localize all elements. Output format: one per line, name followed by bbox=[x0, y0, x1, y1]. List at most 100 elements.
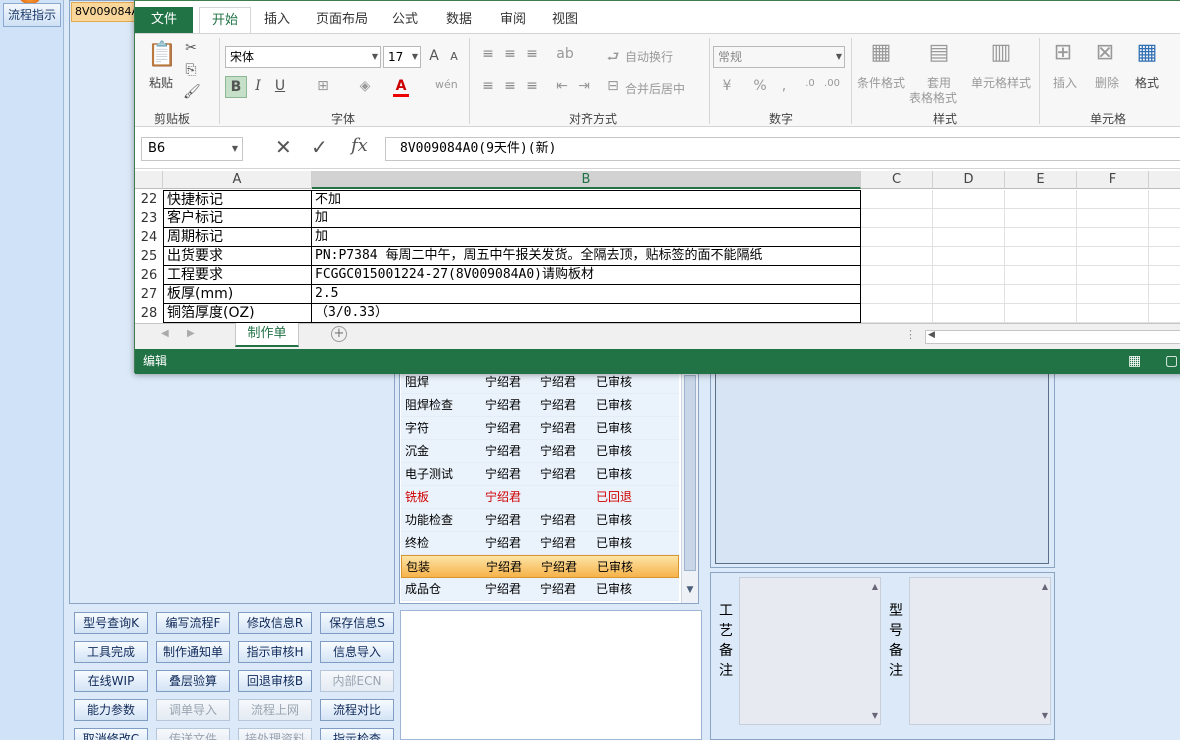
column-header-d[interactable]: D bbox=[933, 171, 1005, 189]
process-note-box[interactable]: ▲ ▼ bbox=[739, 577, 881, 725]
tab-insert[interactable]: 插入 bbox=[257, 7, 297, 33]
grow-font-icon[interactable]: A bbox=[427, 48, 441, 64]
select-all-corner[interactable] bbox=[135, 171, 163, 189]
empty-cell[interactable] bbox=[933, 190, 1005, 209]
cell-b[interactable]: PN:P7384 每周二中午，周五中午报关发货。全隔去顶，贴标签的面不能隔纸 bbox=[312, 247, 861, 266]
process-list-scrollbar[interactable]: ▼ bbox=[681, 371, 698, 603]
empty-cell[interactable] bbox=[861, 209, 933, 228]
merge-center-icon[interactable]: ⊟ bbox=[605, 78, 621, 94]
empty-cell[interactable] bbox=[1077, 285, 1149, 304]
empty-cell[interactable] bbox=[1005, 228, 1077, 247]
bold-button[interactable]: B bbox=[225, 76, 247, 98]
action-button[interactable]: 叠层验算 bbox=[156, 670, 230, 692]
empty-cell[interactable] bbox=[861, 304, 933, 323]
process-row[interactable]: 电子测试 宁绍君 宁绍君 已审核 bbox=[401, 463, 679, 486]
normal-view-icon[interactable]: ▦ bbox=[1128, 349, 1141, 374]
split-handle-icon[interactable]: ⋮ bbox=[905, 328, 916, 341]
paste-icon[interactable]: 📋 bbox=[147, 40, 177, 70]
cell-styles-icon[interactable]: ▥ bbox=[987, 40, 1015, 68]
insert-cells-icon[interactable]: ⊞ bbox=[1049, 40, 1077, 68]
empty-cell[interactable] bbox=[1149, 285, 1180, 304]
empty-cell[interactable] bbox=[1149, 304, 1180, 323]
scroll-right-icon[interactable]: ▶ bbox=[187, 328, 195, 339]
tab-formulas[interactable]: 公式 bbox=[385, 7, 425, 33]
tab-data[interactable]: 数据 bbox=[439, 7, 479, 33]
enter-icon[interactable]: ✓ bbox=[311, 135, 328, 159]
copy-icon[interactable]: ⎘ bbox=[183, 62, 199, 78]
empty-cell[interactable] bbox=[933, 304, 1005, 323]
process-row[interactable]: 沉金 宁绍君 宁绍君 已审核 bbox=[401, 440, 679, 463]
cell-b[interactable]: 加 bbox=[312, 209, 861, 228]
column-header-f[interactable]: F bbox=[1077, 171, 1149, 189]
cell-a[interactable]: 快捷标记 bbox=[163, 190, 312, 209]
empty-cell[interactable] bbox=[1005, 285, 1077, 304]
action-button[interactable]: 流程上网 bbox=[238, 699, 312, 721]
align-middle-icon[interactable]: ≡ bbox=[501, 46, 519, 62]
add-sheet-icon[interactable]: + bbox=[331, 326, 347, 342]
action-button[interactable]: 指示检查 bbox=[320, 728, 394, 740]
action-button[interactable]: 工具完成 bbox=[74, 641, 148, 663]
empty-cell[interactable] bbox=[1077, 266, 1149, 285]
empty-cell[interactable] bbox=[1077, 190, 1149, 209]
tab-page-layout[interactable]: 页面布局 bbox=[311, 7, 373, 33]
column-header-b[interactable]: B bbox=[312, 171, 861, 189]
action-button[interactable]: 保存信息S bbox=[320, 612, 394, 634]
cell-b[interactable]: 不加 bbox=[312, 190, 861, 209]
decrease-decimal-icon[interactable]: .00 bbox=[823, 78, 841, 89]
row-header[interactable]: 23 bbox=[135, 209, 163, 228]
action-button[interactable]: 传送文件 bbox=[156, 728, 230, 740]
decrease-indent-icon[interactable]: ⇤ bbox=[553, 78, 571, 94]
formula-input[interactable]: 8V009084A0(9天件)(新) bbox=[385, 137, 1180, 161]
empty-cell[interactable] bbox=[933, 228, 1005, 247]
action-button[interactable]: 接处理资料 bbox=[238, 728, 312, 740]
percent-button[interactable]: % bbox=[753, 78, 767, 94]
tab-file[interactable]: 文件 bbox=[135, 7, 193, 33]
paste-button[interactable]: 粘贴 bbox=[149, 74, 173, 91]
empty-cell[interactable] bbox=[1005, 266, 1077, 285]
format-as-table-line2[interactable]: 表格格式 bbox=[909, 89, 957, 106]
action-button[interactable]: 信息导入 bbox=[320, 641, 394, 663]
action-button[interactable]: 取消修改C bbox=[74, 728, 148, 740]
align-left-icon[interactable]: ≡ bbox=[479, 78, 497, 94]
action-button[interactable]: 在线WIP bbox=[74, 670, 148, 692]
name-box[interactable]: B6 ▼ bbox=[141, 137, 243, 161]
format-painter-icon[interactable]: 🖌 bbox=[183, 84, 201, 100]
empty-cell[interactable] bbox=[1005, 247, 1077, 266]
empty-cell[interactable] bbox=[933, 266, 1005, 285]
orientation-icon[interactable]: ab bbox=[553, 46, 577, 62]
empty-cell[interactable] bbox=[1149, 266, 1180, 285]
empty-cell[interactable] bbox=[861, 190, 933, 209]
align-right-icon[interactable]: ≡ bbox=[523, 78, 541, 94]
empty-cell[interactable] bbox=[933, 285, 1005, 304]
scroll-up-icon[interactable]: ▲ bbox=[1042, 582, 1048, 591]
scroll-left-icon[interactable]: ◀ bbox=[928, 330, 935, 340]
process-row[interactable]: 终检 宁绍君 宁绍君 已审核 bbox=[401, 532, 679, 555]
fill-color-icon[interactable]: ◈ bbox=[355, 78, 375, 94]
tab-home[interactable]: 开始 bbox=[199, 7, 251, 33]
scroll-down-icon[interactable]: ▼ bbox=[872, 711, 878, 720]
cell-b[interactable]: FCGGC015001224-27(8V009084A0)请购板材 bbox=[312, 266, 861, 285]
conditional-format-icon[interactable]: ▦ bbox=[867, 40, 895, 68]
column-header-a[interactable]: A bbox=[163, 171, 312, 189]
process-row[interactable]: 成品仓 宁绍君 宁绍君 已审核 bbox=[401, 578, 679, 601]
cell-a[interactable]: 铜箔厚度(OZ) bbox=[163, 304, 312, 323]
align-bottom-icon[interactable]: ≡ bbox=[523, 46, 541, 62]
increase-indent-icon[interactable]: ⇥ bbox=[575, 78, 593, 94]
row-header[interactable]: 25 bbox=[135, 247, 163, 266]
action-button[interactable]: 流程对比 bbox=[320, 699, 394, 721]
number-format-combo[interactable]: 常规 ▼ bbox=[713, 46, 845, 68]
borders-icon[interactable]: ⊞ bbox=[313, 78, 333, 94]
cell-b[interactable]: （3/0.33） bbox=[312, 304, 861, 323]
scroll-up-icon[interactable]: ▲ bbox=[872, 582, 878, 591]
empty-cell[interactable] bbox=[1005, 190, 1077, 209]
empty-cell[interactable] bbox=[933, 247, 1005, 266]
empty-cell[interactable] bbox=[1005, 209, 1077, 228]
insert-cells-button[interactable]: 插入 bbox=[1053, 74, 1077, 91]
empty-cell[interactable] bbox=[1149, 209, 1180, 228]
process-row[interactable]: 阻焊检查 宁绍君 宁绍君 已审核 bbox=[401, 394, 679, 417]
cell-a[interactable]: 周期标记 bbox=[163, 228, 312, 247]
column-header-e[interactable]: E bbox=[1005, 171, 1077, 189]
format-cells-icon[interactable]: ▦ bbox=[1133, 40, 1161, 68]
increase-decimal-icon[interactable]: .0 bbox=[801, 78, 819, 89]
empty-cell[interactable] bbox=[861, 228, 933, 247]
